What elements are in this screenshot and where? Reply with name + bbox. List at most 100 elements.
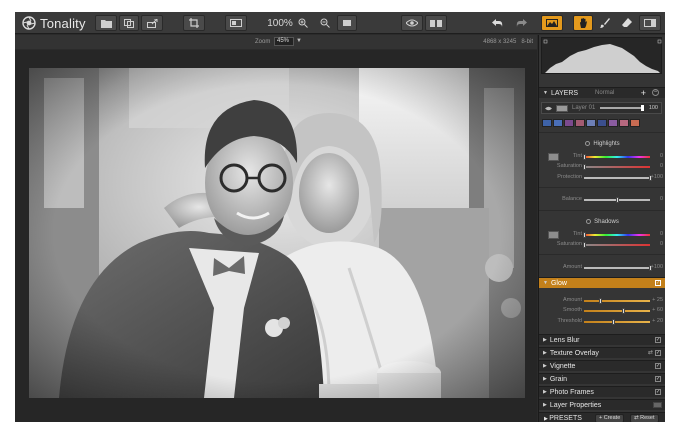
zoom-in-button[interactable]: [295, 15, 311, 31]
opacity-slider-knob[interactable]: [641, 105, 644, 111]
zoom-out-button[interactable]: [317, 15, 333, 31]
redo-button[interactable]: [511, 15, 531, 31]
shadows-tint-track[interactable]: [582, 232, 650, 238]
color-preset-swatch[interactable]: [564, 119, 574, 127]
glow-threshold-track[interactable]: [584, 319, 650, 325]
glow-smooth-knob[interactable]: [622, 308, 626, 314]
grain-header[interactable]: ▶ Grain ✓: [539, 373, 665, 384]
vignette-checkbox[interactable]: ✓: [655, 363, 661, 369]
glow-smooth-slider[interactable]: Smooth + 60: [539, 307, 665, 315]
shadows-tint-slider[interactable]: Tint 0: [539, 231, 665, 239]
photo-frames-header[interactable]: ▶ Photo Frames ✓: [539, 386, 665, 397]
presets-title[interactable]: ▶ PRESETS: [544, 415, 582, 422]
highlights-tint-knob[interactable]: [582, 154, 586, 160]
glow-threshold-slider[interactable]: Threshold + 20: [539, 318, 665, 326]
image-canvas[interactable]: [15, 50, 537, 422]
blend-mode-select[interactable]: Normal: [595, 90, 614, 96]
highlights-saturation-value[interactable]: 0: [660, 163, 663, 169]
glow-header[interactable]: ▼ Glow ✓: [539, 277, 665, 288]
lens-blur-title: Lens Blur: [549, 336, 580, 344]
color-preset-swatch[interactable]: [542, 119, 552, 127]
balance-track[interactable]: [584, 197, 650, 203]
refresh-icon[interactable]: ⇄: [648, 349, 653, 356]
lens-blur-header[interactable]: ▶ Lens Blur ✓: [539, 334, 665, 345]
remove-layer-icon[interactable]: −: [652, 89, 659, 96]
preview-button[interactable]: [401, 15, 423, 31]
highlights-tint-value[interactable]: 0: [660, 153, 663, 159]
layers-header[interactable]: ▼ LAYERS Normal + −: [539, 87, 665, 98]
vignette-header[interactable]: ▶ Vignette ✓: [539, 360, 665, 371]
highlights-protection-track[interactable]: [584, 175, 652, 181]
compare-button[interactable]: [225, 15, 247, 31]
highlights-tint-slider[interactable]: Tint 0: [539, 153, 665, 161]
shadows-saturation-knob[interactable]: [582, 242, 586, 248]
glow-smooth-track[interactable]: [584, 308, 650, 314]
highlights-protection-value[interactable]: +100: [651, 174, 663, 180]
share-button[interactable]: [141, 15, 163, 31]
glow-threshold-value[interactable]: + 20: [652, 318, 663, 324]
balance-slider[interactable]: Balance 0: [539, 196, 665, 204]
photo-frames-checkbox[interactable]: ✓: [655, 389, 661, 395]
color-preset-swatch[interactable]: [586, 119, 596, 127]
balance-value[interactable]: 0: [660, 196, 663, 202]
eraser-tool-button[interactable]: [617, 15, 637, 31]
split-view-button[interactable]: [425, 15, 447, 31]
amount-slider[interactable]: Amount +100: [539, 264, 665, 272]
photo-frames-title: Photo Frames: [549, 388, 594, 396]
lens-blur-checkbox[interactable]: ✓: [655, 337, 661, 343]
layer-properties-header[interactable]: ▶ Layer Properties: [539, 399, 665, 410]
visibility-eye-icon[interactable]: [545, 106, 552, 111]
glow-amount-slider[interactable]: Amount + 25: [539, 297, 665, 305]
highlights-tint-track[interactable]: [582, 154, 650, 160]
zoom-input[interactable]: 45%: [274, 37, 294, 46]
grain-checkbox[interactable]: ✓: [655, 376, 661, 382]
create-preset-button[interactable]: + Create: [595, 414, 625, 422]
photo-preview[interactable]: [29, 68, 525, 398]
highlights-tint-label: Tint: [573, 153, 582, 159]
opacity-value[interactable]: 100: [649, 105, 658, 111]
zoom-dropdown-icon[interactable]: ▼: [296, 38, 302, 44]
glow-enable-checkbox[interactable]: ✓: [655, 280, 661, 286]
color-preset-swatch[interactable]: [553, 119, 563, 127]
shadows-saturation-slider[interactable]: Saturation 0: [539, 241, 665, 249]
open-button[interactable]: [95, 15, 117, 31]
highlights-saturation-slider[interactable]: Saturation 0: [539, 163, 665, 171]
zoom-percent[interactable]: 100%: [267, 15, 293, 31]
color-preset-swatch[interactable]: [619, 119, 629, 127]
color-preset-swatch[interactable]: [608, 119, 618, 127]
balance-knob[interactable]: [615, 197, 619, 203]
reset-button[interactable]: ⇄ Reset: [630, 414, 659, 422]
hand-tool-button[interactable]: [573, 15, 593, 31]
shadows-tint-value[interactable]: 0: [660, 231, 663, 237]
glow-amount-value[interactable]: + 25: [652, 297, 663, 303]
undo-button[interactable]: [487, 15, 507, 31]
layer-item[interactable]: Layer 01 100: [541, 102, 662, 114]
glow-amount-knob[interactable]: [599, 298, 602, 304]
shadows-saturation-value[interactable]: 0: [660, 241, 663, 247]
color-preset-swatch[interactable]: [575, 119, 585, 127]
shadows-tint-knob[interactable]: [582, 232, 586, 238]
opacity-slider[interactable]: [600, 105, 644, 111]
highlights-saturation-track[interactable]: [582, 164, 650, 170]
batch-button[interactable]: [119, 15, 139, 31]
texture-overlay-header[interactable]: ▶ Texture Overlay ⇄ ✓: [539, 347, 665, 358]
texture-overlay-checkbox[interactable]: ✓: [655, 350, 661, 356]
highlights-protection-slider[interactable]: Protection +100: [539, 174, 665, 182]
brush-tool-button[interactable]: [595, 15, 615, 31]
glow-smooth-value[interactable]: + 60: [652, 307, 663, 313]
amount-track[interactable]: [584, 265, 652, 271]
amount-value[interactable]: +100: [651, 264, 663, 270]
color-preset-swatch[interactable]: [630, 119, 640, 127]
panel-toggle-button[interactable]: [639, 15, 661, 31]
color-preset-swatch[interactable]: [597, 119, 607, 127]
crop-button[interactable]: [183, 15, 205, 31]
layer-properties-toggle[interactable]: [653, 402, 662, 408]
fit-button[interactable]: [337, 15, 357, 31]
histogram-toggle-button[interactable]: [541, 15, 563, 31]
glow-threshold-knob[interactable]: [612, 319, 616, 325]
highlights-saturation-knob[interactable]: [582, 164, 586, 170]
expand-arrow-icon: ▶: [543, 363, 547, 369]
add-layer-icon[interactable]: +: [641, 88, 646, 98]
glow-amount-track[interactable]: [584, 298, 650, 304]
shadows-saturation-track[interactable]: [582, 242, 650, 248]
